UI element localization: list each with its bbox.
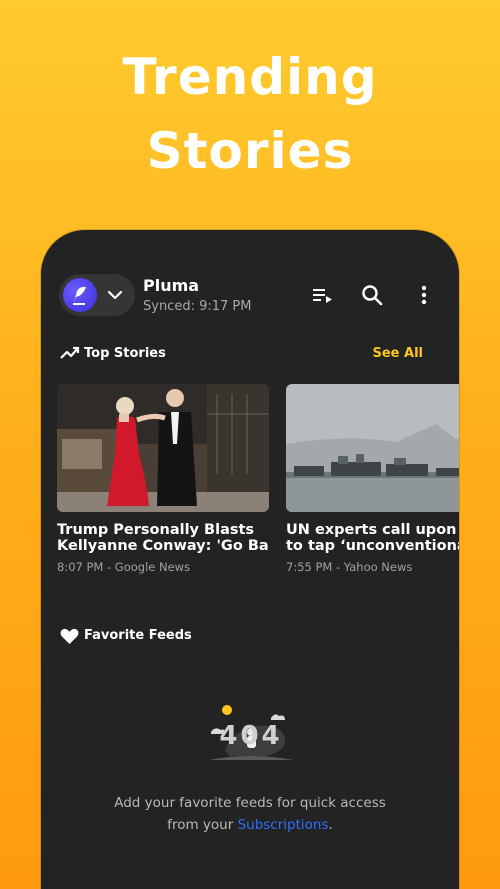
empty-message-line-1: Add your favorite feeds for quick access	[114, 795, 386, 811]
empty-message-line-2: from your Subscriptions.	[41, 814, 459, 836]
story-title: Trump Personally Blasts Kellyanne Conway…	[57, 522, 269, 554]
story-title-line-2: Kellyanne Conway: 'Go Bac…	[57, 538, 269, 554]
empty-404-text: 404	[219, 721, 283, 751]
app-switcher-button[interactable]	[59, 274, 135, 316]
pluma-logo-icon	[63, 278, 97, 312]
top-stories-see-all-link[interactable]: See All	[373, 346, 424, 361]
empty-404-illustration: 404	[205, 702, 297, 764]
story-thumbnail	[57, 384, 269, 512]
empty-message-suffix: .	[328, 817, 333, 833]
story-title-line-1: Trump Personally Blasts	[57, 522, 255, 538]
story-title-line-2: to tap ‘unconventional w	[286, 538, 459, 554]
story-title-line-1: UN experts call upon nat	[286, 522, 459, 538]
sync-status: Synced: 9:17 PM	[143, 299, 252, 314]
empty-message-prefix: from your	[167, 817, 238, 833]
story-title: UN experts call upon nat to tap ‘unconve…	[286, 522, 459, 554]
search-icon[interactable]	[359, 282, 385, 308]
favorite-feeds-empty-message: Add your favorite feeds for quick access…	[41, 792, 459, 836]
favorite-feeds-title: Favorite Feeds	[84, 628, 192, 643]
chevron-down-icon	[107, 290, 123, 300]
playlist-icon[interactable]	[310, 282, 336, 308]
promo-title: Trending Stories	[0, 40, 500, 188]
phone-screen: Pluma Synced: 9:17 PM Top Stories See Al…	[41, 230, 459, 889]
more-vert-icon[interactable]	[411, 282, 437, 308]
story-card[interactable]: UN experts call upon nat to tap ‘unconve…	[286, 384, 459, 574]
top-stories-title: Top Stories	[84, 346, 166, 361]
trending-up-icon	[60, 346, 80, 359]
story-meta: 8:07 PM - Google News	[57, 560, 191, 574]
subscriptions-link[interactable]: Subscriptions	[238, 817, 329, 833]
story-thumbnail	[286, 384, 459, 512]
app-name: Pluma	[143, 276, 200, 295]
promo-title-line-2: Stories	[146, 122, 354, 180]
promo-title-line-1: Trending	[122, 48, 378, 106]
heart-icon	[60, 628, 79, 645]
story-card[interactable]: Trump Personally Blasts Kellyanne Conway…	[57, 384, 269, 574]
story-meta: 7:55 PM - Yahoo News	[286, 560, 413, 574]
